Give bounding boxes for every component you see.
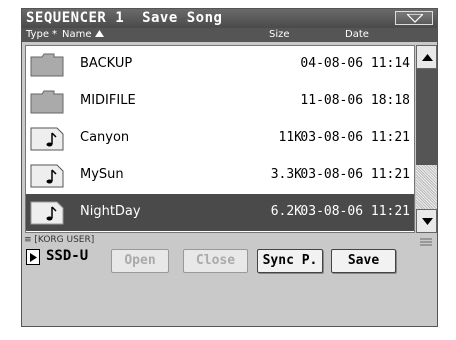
- file-size: 6.2K: [270, 204, 302, 219]
- file-list-scrollbar[interactable]: [416, 45, 437, 233]
- file-name: Canyon: [80, 130, 130, 145]
- file-name: NightDay: [80, 204, 141, 219]
- menu-lines-icon: ≡: [24, 235, 35, 245]
- column-size[interactable]: Size: [269, 29, 290, 40]
- folder-icon: [30, 53, 64, 77]
- scroll-thumb[interactable]: [416, 165, 437, 209]
- music-note-file-icon: [30, 164, 64, 188]
- save-song-window: SEQUENCER 1 Save Song Type * Name Size D…: [21, 8, 438, 327]
- title-bar: SEQUENCER 1 Save Song: [22, 9, 437, 28]
- sync-p-button[interactable]: Sync P.: [257, 249, 323, 273]
- close-button[interactable]: Close: [183, 249, 248, 273]
- grip-lines-icon: [420, 238, 432, 246]
- file-row[interactable]: BACKUP 04-08-06 11:14: [26, 46, 414, 83]
- file-row[interactable]: Canyon 11K 03-08-06 11:21: [26, 120, 414, 157]
- file-date: 04-08-06 11:14: [300, 56, 410, 71]
- folder-icon: [30, 90, 64, 114]
- play-triangle-icon: [30, 253, 37, 262]
- file-list: BACKUP 04-08-06 11:14 MIDIFILE 11-08-06 …: [25, 45, 415, 233]
- music-note-file-icon: [30, 127, 64, 151]
- device-label: ≡ [KORG USER]: [24, 235, 94, 245]
- file-date: 03-08-06 11:21: [300, 167, 410, 182]
- window-title: SEQUENCER 1 Save Song: [26, 10, 223, 26]
- open-button[interactable]: Open: [111, 249, 169, 273]
- arrow-up-icon: [422, 54, 433, 61]
- column-header: Type * Name Size Date: [22, 28, 437, 42]
- device-name: SSD-U: [46, 248, 89, 264]
- chevron-down-icon: [407, 14, 423, 23]
- file-name: MIDIFILE: [80, 93, 136, 108]
- menu-dropdown-button[interactable]: [395, 11, 433, 25]
- file-row[interactable]: MySun 3.3K 03-08-06 11:21: [26, 157, 414, 194]
- column-name-label: Name: [62, 29, 92, 40]
- file-name: MySun: [80, 167, 124, 182]
- scroll-down-button[interactable]: [416, 209, 437, 233]
- column-star: *: [52, 29, 57, 40]
- sort-ascending-icon: [94, 30, 104, 37]
- file-date: 03-08-06 11:21: [300, 204, 410, 219]
- device-label-text: [KORG USER]: [34, 235, 95, 245]
- file-date: 03-08-06 11:21: [300, 130, 410, 145]
- device-select-button[interactable]: [26, 249, 40, 265]
- file-size: 11K: [278, 130, 302, 145]
- file-name: BACKUP: [80, 56, 133, 71]
- file-date: 11-08-06 18:18: [300, 93, 410, 108]
- file-row[interactable]: MIDIFILE 11-08-06 18:18: [26, 83, 414, 120]
- column-type[interactable]: Type: [26, 29, 49, 40]
- save-button[interactable]: Save: [331, 249, 396, 273]
- scroll-up-button[interactable]: [416, 45, 437, 69]
- file-row-selected[interactable]: NightDay 6.2K 03-08-06 11:21: [26, 194, 414, 231]
- arrow-down-icon: [422, 218, 433, 225]
- column-name[interactable]: Name: [62, 29, 104, 40]
- column-date[interactable]: Date: [345, 29, 369, 40]
- file-size: 3.3K: [270, 167, 302, 182]
- music-note-file-icon: [30, 201, 64, 225]
